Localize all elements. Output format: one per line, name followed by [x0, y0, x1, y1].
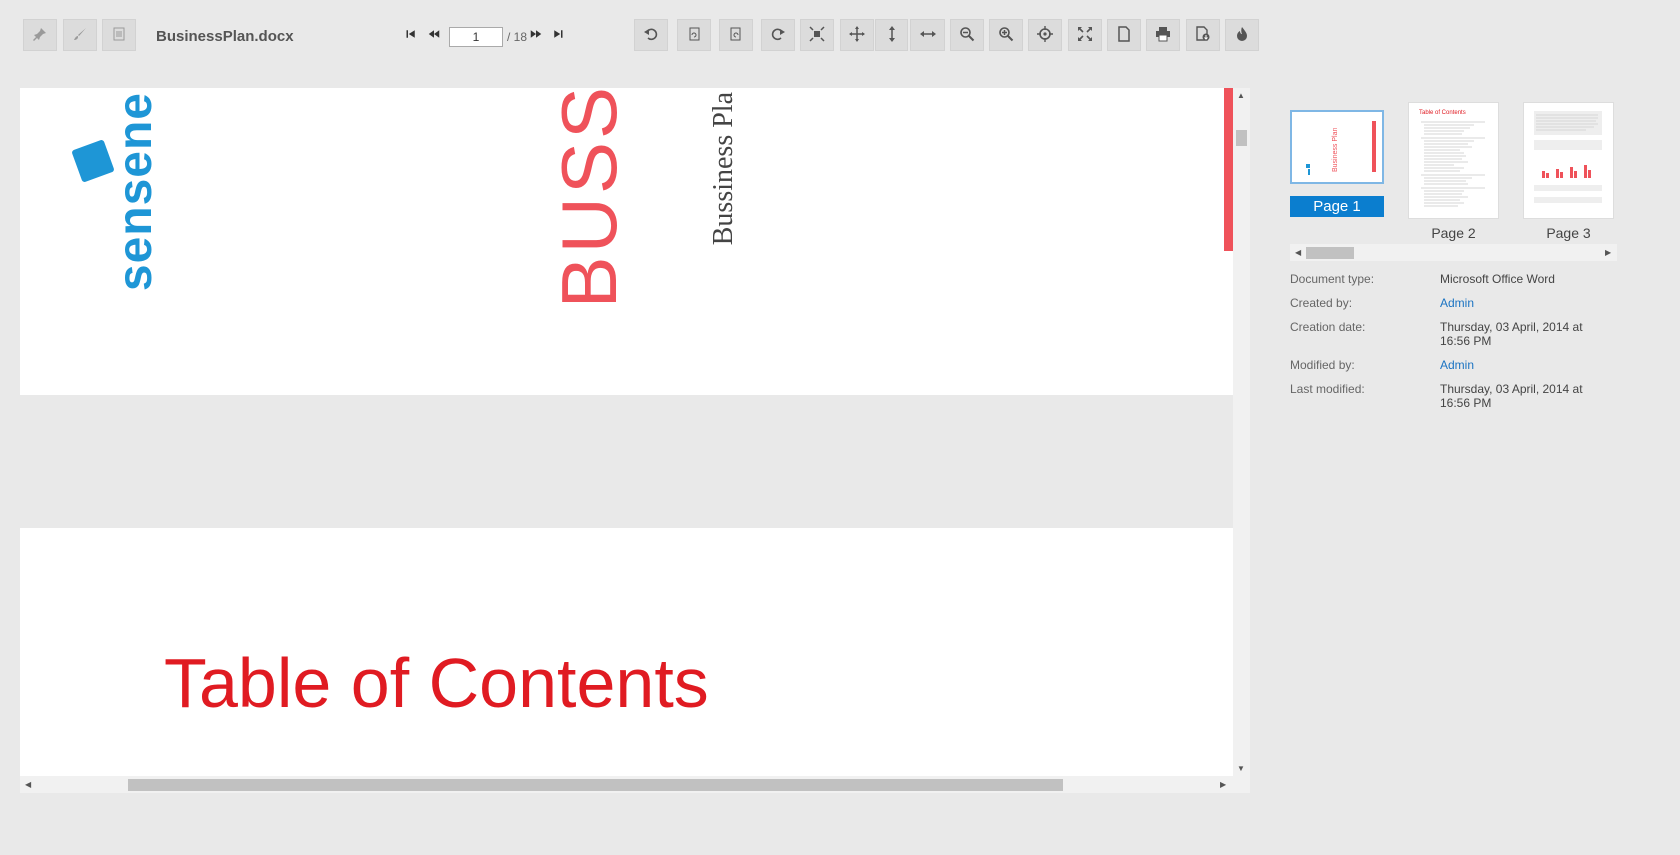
single-page-icon [1116, 25, 1132, 45]
target-icon [1037, 25, 1053, 45]
modified-by-link[interactable]: Admin [1440, 358, 1610, 372]
scroll-right-icon[interactable]: ▶ [1220, 780, 1226, 789]
thumbnail-scroll-thumb[interactable] [1306, 247, 1354, 259]
document-page-2: Table of Contents [20, 528, 1233, 793]
horizontal-scrollbar[interactable]: ◀ ▶ [20, 776, 1250, 793]
undo-button[interactable] [634, 19, 668, 51]
rotate-left-icon [686, 26, 702, 45]
document-page-1: sensene BUSS Bussiness Pla [20, 88, 1233, 395]
thumb-scroll-right-icon[interactable]: ▶ [1605, 248, 1611, 257]
burn-button[interactable] [1225, 19, 1259, 51]
fire-icon [1234, 26, 1250, 45]
last-page-button[interactable] [550, 28, 566, 44]
cover-title-large: BUSS [545, 88, 633, 309]
fit-width-icon [919, 26, 936, 45]
horizontal-scroll-thumb[interactable] [128, 779, 1063, 791]
next-page-button[interactable] [528, 28, 544, 44]
scroll-down-icon[interactable]: ▼ [1237, 764, 1245, 773]
redo-icon [770, 26, 786, 45]
pin-button[interactable] [23, 19, 57, 51]
property-label: Creation date: [1290, 320, 1366, 334]
rotate-right-icon [728, 26, 744, 45]
fit-page-button[interactable] [800, 19, 834, 51]
page-number-input[interactable] [449, 27, 503, 47]
page-total: / 18 [507, 30, 528, 44]
property-document-type: Document type: Microsoft Office Word [1290, 272, 1620, 296]
property-label: Last modified: [1290, 382, 1365, 396]
last-page-icon [552, 27, 564, 45]
property-creation-date: Creation date: Thursday, 03 April, 2014 … [1290, 320, 1620, 358]
property-value: Thursday, 03 April, 2014 at 16:56 PM [1440, 382, 1583, 410]
fit-page-icon [809, 25, 825, 45]
created-by-link[interactable]: Admin [1440, 296, 1610, 310]
thumbnail-page-3[interactable] [1523, 102, 1614, 219]
undo-icon [643, 26, 659, 45]
thumbnail-label-page-3[interactable]: Page 3 [1523, 225, 1614, 241]
accent-bar [1224, 88, 1233, 251]
property-label: Document type: [1290, 272, 1375, 286]
scroll-left-icon[interactable]: ◀ [25, 780, 31, 789]
zoom-in-icon [998, 26, 1014, 45]
toc-heading: Table of Contents [164, 644, 709, 722]
first-page-button[interactable] [403, 28, 419, 44]
document-icon [111, 26, 127, 45]
thumb-scroll-left-icon[interactable]: ◀ [1295, 248, 1301, 257]
document-title: BusinessPlan.docx [156, 28, 294, 45]
target-button[interactable] [1028, 19, 1062, 51]
pan-icon [849, 25, 865, 45]
document-properties: Document type: Microsoft Office Word Cre… [1290, 272, 1620, 420]
thumbnail-page-1[interactable]: Business Plan [1290, 110, 1384, 184]
fit-height-button[interactable] [875, 19, 908, 51]
thumbnail-label-page-2[interactable]: Page 2 [1408, 225, 1499, 241]
zoom-out-icon [959, 26, 975, 45]
vertical-scroll-thumb[interactable] [1236, 130, 1247, 146]
print-button[interactable] [1146, 19, 1180, 51]
pin-icon [32, 26, 48, 45]
logo-text: sensene [109, 92, 162, 292]
fit-height-icon [884, 25, 900, 45]
document-button[interactable] [102, 19, 136, 51]
single-page-button[interactable] [1107, 19, 1141, 51]
property-last-modified: Last modified: Thursday, 03 April, 2014 … [1290, 382, 1620, 420]
fullscreen-icon [1077, 26, 1093, 45]
annotate-button[interactable] [63, 19, 97, 51]
brush-icon [72, 26, 88, 45]
property-value: Thursday, 03 April, 2014 at 16:56 PM [1440, 320, 1583, 348]
property-label: Modified by: [1290, 358, 1355, 372]
zoom-in-button[interactable] [989, 19, 1023, 51]
print-icon [1155, 26, 1171, 45]
property-label: Created by: [1290, 296, 1353, 310]
previous-page-button[interactable] [426, 28, 442, 44]
download-button[interactable] [1186, 19, 1220, 51]
vertical-scrollbar[interactable]: ▲ ▼ [1233, 88, 1250, 776]
redo-button[interactable] [761, 19, 795, 51]
scroll-up-icon[interactable]: ▲ [1237, 91, 1245, 100]
pan-button[interactable] [840, 19, 874, 51]
cover-title-small: Bussiness Pla [708, 92, 739, 246]
property-created-by: Created by: Admin [1290, 296, 1620, 320]
fit-width-button[interactable] [910, 19, 945, 51]
property-value: Microsoft Office Word [1440, 272, 1555, 286]
svg-text:Business Plan: Business Plan [1332, 128, 1339, 172]
zoom-out-button[interactable] [950, 19, 984, 51]
next-page-icon [530, 27, 542, 45]
thumbnail-page-2[interactable]: Table of Contents [1408, 102, 1499, 219]
download-icon [1195, 25, 1211, 45]
fullscreen-button[interactable] [1068, 19, 1102, 51]
property-modified-by: Modified by: Admin [1290, 358, 1620, 382]
previous-page-icon [428, 27, 440, 45]
rotate-left-button[interactable] [677, 19, 711, 51]
first-page-icon [405, 27, 417, 45]
document-viewer[interactable]: sensene BUSS Bussiness Pla Table of Cont… [20, 88, 1250, 793]
thumbnail-label-page-1[interactable]: Page 1 [1290, 196, 1384, 217]
rotate-right-button[interactable] [719, 19, 753, 51]
svg-text:Table of Contents: Table of Contents [1419, 110, 1466, 116]
thumbnail-scrollbar[interactable]: ◀ ▶ [1290, 244, 1617, 261]
